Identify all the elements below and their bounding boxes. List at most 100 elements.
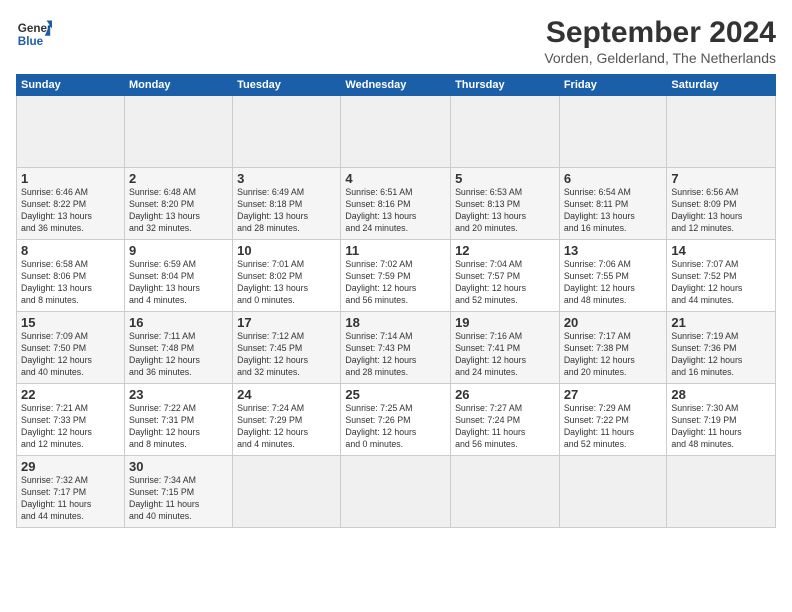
calendar-cell: 8Sunrise: 6:58 AMSunset: 8:06 PMDaylight… [17, 240, 125, 312]
cell-info: Sunrise: 7:32 AM [21, 475, 120, 487]
calendar-cell [17, 96, 125, 168]
cell-info: Daylight: 13 hours [564, 211, 663, 223]
cell-info: Sunset: 7:36 PM [671, 343, 771, 355]
cell-info: Sunrise: 7:21 AM [21, 403, 120, 415]
cell-info: and 24 minutes. [455, 367, 555, 379]
day-number: 16 [129, 315, 228, 330]
cell-info: and 12 minutes. [671, 223, 771, 235]
cell-info: Daylight: 12 hours [455, 283, 555, 295]
cell-info: and 12 minutes. [21, 439, 120, 451]
day-number: 17 [237, 315, 336, 330]
calendar-cell [667, 456, 776, 528]
cell-info: Sunrise: 7:30 AM [671, 403, 771, 415]
cell-info: Daylight: 13 hours [455, 211, 555, 223]
cell-info: Sunset: 8:18 PM [237, 199, 336, 211]
cell-info: Sunrise: 6:46 AM [21, 187, 120, 199]
cell-info: and 48 minutes. [671, 439, 771, 451]
cell-info: Sunrise: 7:16 AM [455, 331, 555, 343]
col-header-monday: Monday [124, 75, 232, 96]
cell-info: Sunset: 7:29 PM [237, 415, 336, 427]
cell-info: Sunset: 7:48 PM [129, 343, 228, 355]
cell-info: and 44 minutes. [21, 511, 120, 523]
cell-info: Daylight: 11 hours [129, 499, 228, 511]
calendar-cell: 14Sunrise: 7:07 AMSunset: 7:52 PMDayligh… [667, 240, 776, 312]
cell-info: Sunset: 8:09 PM [671, 199, 771, 211]
cell-info: Sunset: 8:13 PM [455, 199, 555, 211]
day-number: 21 [671, 315, 771, 330]
calendar-cell: 7Sunrise: 6:56 AMSunset: 8:09 PMDaylight… [667, 168, 776, 240]
calendar-cell [341, 96, 451, 168]
cell-info: and 4 minutes. [129, 295, 228, 307]
cell-info: Daylight: 12 hours [455, 355, 555, 367]
cell-info: Sunset: 7:45 PM [237, 343, 336, 355]
calendar-cell: 17Sunrise: 7:12 AMSunset: 7:45 PMDayligh… [233, 312, 341, 384]
day-number: 18 [345, 315, 446, 330]
calendar-cell: 3Sunrise: 6:49 AMSunset: 8:18 PMDaylight… [233, 168, 341, 240]
cell-info: Sunset: 8:04 PM [129, 271, 228, 283]
cell-info: Sunset: 8:11 PM [564, 199, 663, 211]
cell-info: and 44 minutes. [671, 295, 771, 307]
calendar-cell: 26Sunrise: 7:27 AMSunset: 7:24 PMDayligh… [451, 384, 560, 456]
cell-info: Sunrise: 6:53 AM [455, 187, 555, 199]
calendar-cell: 4Sunrise: 6:51 AMSunset: 8:16 PMDaylight… [341, 168, 451, 240]
calendar-cell: 21Sunrise: 7:19 AMSunset: 7:36 PMDayligh… [667, 312, 776, 384]
calendar-cell [451, 456, 560, 528]
cell-info: Daylight: 11 hours [455, 427, 555, 439]
cell-info: Sunrise: 7:07 AM [671, 259, 771, 271]
day-number: 2 [129, 171, 228, 186]
col-header-tuesday: Tuesday [233, 75, 341, 96]
cell-info: Daylight: 12 hours [345, 283, 446, 295]
cell-info: Daylight: 13 hours [671, 211, 771, 223]
cell-info: Sunrise: 6:59 AM [129, 259, 228, 271]
cell-info: Sunset: 8:16 PM [345, 199, 446, 211]
cell-info: Sunrise: 7:09 AM [21, 331, 120, 343]
day-number: 12 [455, 243, 555, 258]
cell-info: Sunrise: 7:17 AM [564, 331, 663, 343]
cell-info: Sunrise: 7:19 AM [671, 331, 771, 343]
calendar-cell [233, 456, 341, 528]
cell-info: and 0 minutes. [237, 295, 336, 307]
cell-info: Sunset: 7:41 PM [455, 343, 555, 355]
cell-info: Sunrise: 7:27 AM [455, 403, 555, 415]
cell-info: Daylight: 12 hours [671, 283, 771, 295]
calendar-cell: 22Sunrise: 7:21 AMSunset: 7:33 PMDayligh… [17, 384, 125, 456]
main-title: September 2024 [544, 16, 776, 50]
calendar-cell [341, 456, 451, 528]
day-number: 23 [129, 387, 228, 402]
cell-info: Sunrise: 7:14 AM [345, 331, 446, 343]
cell-info: and 8 minutes. [21, 295, 120, 307]
cell-info: and 52 minutes. [564, 439, 663, 451]
cell-info: Daylight: 12 hours [129, 355, 228, 367]
cell-info: and 16 minutes. [671, 367, 771, 379]
col-header-sunday: Sunday [17, 75, 125, 96]
day-number: 1 [21, 171, 120, 186]
col-header-thursday: Thursday [451, 75, 560, 96]
cell-info: Sunrise: 6:49 AM [237, 187, 336, 199]
day-number: 28 [671, 387, 771, 402]
day-number: 26 [455, 387, 555, 402]
cell-info: Daylight: 12 hours [129, 427, 228, 439]
calendar-table: SundayMondayTuesdayWednesdayThursdayFrid… [16, 74, 776, 528]
calendar-cell: 9Sunrise: 6:59 AMSunset: 8:04 PMDaylight… [124, 240, 232, 312]
cell-info: and 32 minutes. [237, 367, 336, 379]
cell-info: Sunset: 8:06 PM [21, 271, 120, 283]
day-number: 8 [21, 243, 120, 258]
calendar-cell [451, 96, 560, 168]
col-header-friday: Friday [559, 75, 667, 96]
cell-info: Sunset: 7:33 PM [21, 415, 120, 427]
calendar-cell: 13Sunrise: 7:06 AMSunset: 7:55 PMDayligh… [559, 240, 667, 312]
cell-info: Sunset: 8:20 PM [129, 199, 228, 211]
calendar-cell: 15Sunrise: 7:09 AMSunset: 7:50 PMDayligh… [17, 312, 125, 384]
day-number: 19 [455, 315, 555, 330]
calendar-cell: 1Sunrise: 6:46 AMSunset: 8:22 PMDaylight… [17, 168, 125, 240]
calendar-cell: 12Sunrise: 7:04 AMSunset: 7:57 PMDayligh… [451, 240, 560, 312]
cell-info: Sunset: 7:55 PM [564, 271, 663, 283]
cell-info: Sunrise: 7:04 AM [455, 259, 555, 271]
cell-info: and 40 minutes. [129, 511, 228, 523]
col-header-saturday: Saturday [667, 75, 776, 96]
calendar-cell [667, 96, 776, 168]
cell-info: and 32 minutes. [129, 223, 228, 235]
day-number: 29 [21, 459, 120, 474]
day-number: 20 [564, 315, 663, 330]
cell-info: Sunset: 7:59 PM [345, 271, 446, 283]
